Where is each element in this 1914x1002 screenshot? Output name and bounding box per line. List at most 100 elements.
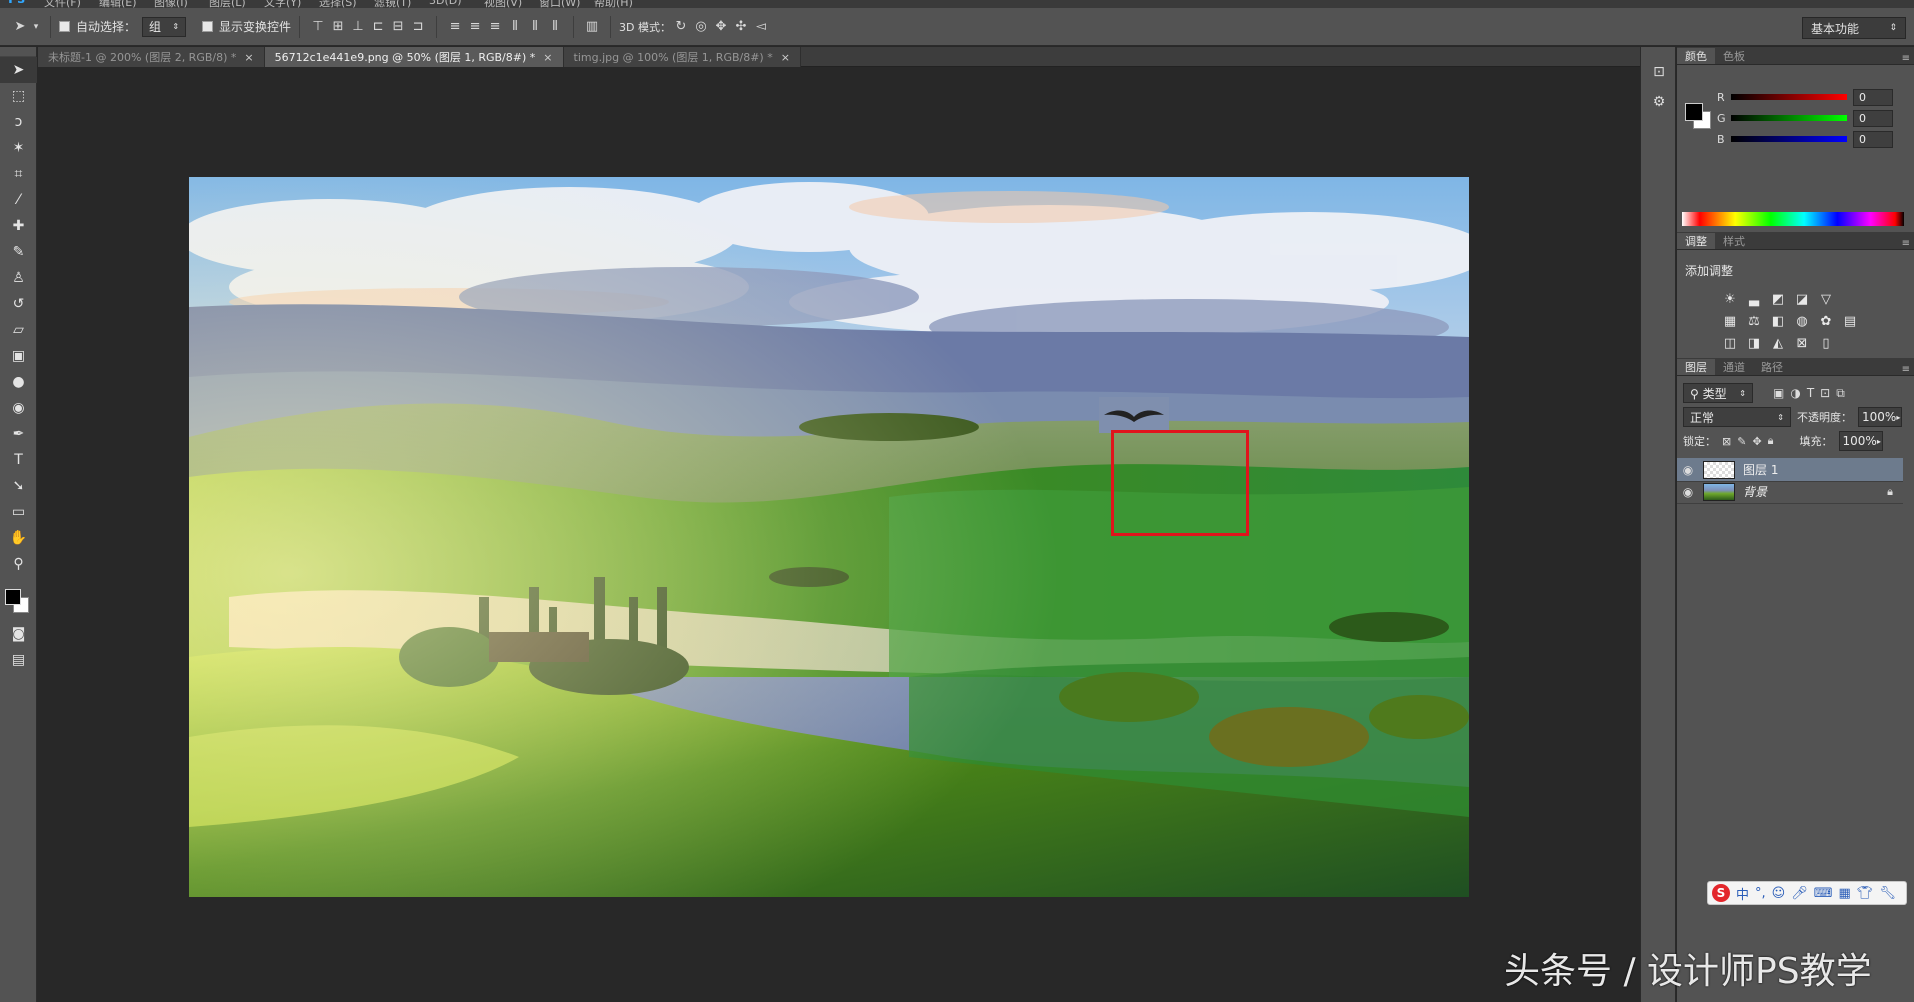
menu-item[interactable]: 图层(L) — [209, 0, 246, 8]
menu-item[interactable]: 3D(D) — [429, 0, 462, 7]
opacity-input[interactable]: 100% ▸ — [1858, 407, 1902, 427]
3d-rotate-icon[interactable]: ↻ — [671, 19, 691, 34]
curves-icon[interactable]: ◩ — [1769, 290, 1787, 308]
rectangle-tool-icon[interactable]: ▭ — [0, 499, 37, 525]
menu-item[interactable]: 滤镜(T) — [374, 0, 411, 8]
distribute-top-icon[interactable]: ≡ — [445, 19, 465, 34]
distribute-bottom-icon[interactable]: ≡ — [485, 19, 505, 34]
close-tab-icon[interactable]: × — [543, 51, 552, 64]
toolbox-grip[interactable] — [0, 47, 36, 57]
filter-type-icon[interactable]: T — [1807, 386, 1814, 400]
distribute-left-icon[interactable]: ⦀ — [505, 19, 525, 34]
threshold-icon[interactable]: ◭ — [1769, 334, 1787, 352]
gradient-map-icon[interactable]: ▯ — [1817, 334, 1835, 352]
close-tab-icon[interactable]: × — [244, 51, 253, 64]
fill-input[interactable]: 100% ▸ — [1838, 431, 1883, 451]
emoji-icon[interactable]: ☺ — [1772, 886, 1786, 901]
layer-visibility-eye-icon[interactable]: ◉ — [1677, 463, 1699, 477]
hand-tool-icon[interactable]: ✋ — [0, 525, 37, 551]
settings-wrench-icon[interactable]: 🔧︎ — [1879, 886, 1896, 901]
layer-filter-select[interactable]: ⚲ 类型 ⇕ — [1683, 383, 1753, 403]
auto-select-target-select[interactable]: 组 ⇕ — [142, 16, 187, 37]
document-tab[interactable]: 56712c1e441e9.png @ 50% (图层 1, RGB/8#) *… — [264, 47, 564, 67]
ime-toolbar[interactable]: S 中 °, ☺ 🎤︎ ⌨ ▦ 👕︎ 🔧︎ — [1707, 881, 1907, 905]
photo-filter-icon[interactable]: ◍ — [1793, 312, 1811, 330]
lock-transparency-icon[interactable]: ⊠ — [1722, 435, 1731, 448]
color-swatches[interactable] — [0, 577, 37, 621]
eraser-tool-icon[interactable]: ▱ — [0, 317, 37, 343]
align-hcenter-icon[interactable]: ⊟ — [388, 19, 408, 34]
menu-item[interactable]: 帮助(H) — [594, 0, 633, 8]
menu-item[interactable]: 编辑(E) — [99, 0, 137, 8]
channel-mixer-icon[interactable]: ✿ — [1817, 312, 1835, 330]
vibrance-icon[interactable]: ▽ — [1817, 290, 1835, 308]
eyedropper-tool-icon[interactable]: ⁄ — [0, 187, 37, 213]
layer-name[interactable]: 背景 — [1743, 483, 1767, 500]
color-panel-tab[interactable]: 色板 — [1715, 48, 1753, 64]
3d-slide-icon[interactable]: ✣ — [731, 19, 751, 34]
distribute-hcenter-icon[interactable]: ⦀ — [525, 19, 545, 34]
layers-panel-tab[interactable]: 图层 — [1677, 359, 1715, 375]
screen-mode-icon[interactable]: ▤ — [0, 647, 37, 673]
filter-adjustment-icon[interactable]: ◑ — [1790, 386, 1800, 400]
panel-menu-icon[interactable]: ≡ — [1902, 238, 1910, 249]
layer-row[interactable]: ◉ 图层 1 — [1677, 458, 1903, 482]
document-tab[interactable]: timg.jpg @ 100% (图层 1, RGB/8#) * × — [563, 47, 801, 67]
marquee-tool-icon[interactable]: ⬚ — [0, 83, 37, 109]
hue-saturation-icon[interactable]: ▦ — [1721, 312, 1739, 330]
keyboard-icon[interactable]: ⌨ — [1814, 886, 1833, 901]
filter-smart-object-icon[interactable]: ⧉ — [1836, 386, 1845, 401]
path-selection-tool-icon[interactable]: ➘ — [0, 473, 37, 499]
3d-roll-icon[interactable]: ◎ — [691, 19, 711, 34]
document-tab[interactable]: 未标题-1 @ 200% (图层 2, RGB/8) * × — [38, 47, 265, 67]
align-right-icon[interactable]: ⊐ — [408, 19, 428, 34]
menu-item[interactable]: 图像(I) — [154, 0, 188, 8]
clone-stamp-tool-icon[interactable]: ♙ — [0, 265, 37, 291]
healing-brush-tool-icon[interactable]: ✚ — [0, 213, 37, 239]
lock-position-icon[interactable]: ✥ — [1752, 435, 1761, 448]
panel-menu-icon[interactable]: ≡ — [1902, 53, 1910, 64]
levels-icon[interactable]: ▃ — [1745, 290, 1763, 308]
3d-drag-icon[interactable]: ✥ — [711, 19, 731, 34]
adjustments-panel-tab[interactable]: 样式 — [1715, 233, 1753, 249]
channel-value-input[interactable]: 0 — [1853, 109, 1893, 127]
workspace-select[interactable]: 基本功能 ⇕ — [1802, 17, 1906, 39]
gradient-tool-icon[interactable]: ▣ — [0, 343, 37, 369]
properties-panel-icon[interactable]: ⚙ — [1641, 87, 1677, 117]
lock-pixels-icon[interactable]: ✎ — [1737, 435, 1746, 448]
show-transform-checkbox[interactable] — [202, 21, 214, 32]
3d-scale-icon[interactable]: ◅ — [751, 19, 771, 34]
toolbox-icon[interactable]: ▦ — [1839, 886, 1851, 901]
layer-row[interactable]: ◉ 背景 🔒︎ — [1677, 480, 1903, 504]
layer-lock-icon[interactable]: 🔒︎ — [1887, 485, 1893, 499]
filter-shape-icon[interactable]: ⊡ — [1820, 386, 1830, 400]
dodge-tool-icon[interactable]: ◉ — [0, 395, 37, 421]
channel-slider[interactable] — [1731, 115, 1847, 121]
menu-item[interactable]: 窗口(W) — [539, 0, 580, 8]
menu-item[interactable]: 视图(V) — [484, 0, 522, 8]
selective-color-icon[interactable]: ⊠ — [1793, 334, 1811, 352]
distribute-vcenter-icon[interactable]: ≡ — [465, 19, 485, 34]
ime-mode-chinese[interactable]: 中 — [1736, 884, 1749, 903]
canvas-area[interactable] — [38, 68, 1658, 1002]
skin-icon[interactable]: 👕︎ — [1857, 886, 1874, 901]
history-brush-tool-icon[interactable]: ↺ — [0, 291, 37, 317]
menu-item[interactable]: 文字(Y) — [264, 0, 301, 8]
align-bottom-icon[interactable]: ⊥ — [348, 19, 368, 34]
blur-tool-icon[interactable]: ● — [0, 369, 37, 395]
channel-value-input[interactable]: 0 — [1853, 130, 1893, 148]
adjustments-panel-tab[interactable]: 调整 — [1677, 233, 1715, 249]
color-panel-tab[interactable]: 颜色 — [1677, 48, 1715, 64]
align-left-icon[interactable]: ⊏ — [368, 19, 388, 34]
color-spectrum-bar[interactable] — [1682, 212, 1904, 226]
filter-pixel-icon[interactable]: ▣ — [1773, 386, 1784, 400]
magic-wand-tool-icon[interactable]: ✶ — [0, 135, 37, 161]
brightness-contrast-icon[interactable]: ☀ — [1721, 290, 1739, 308]
layer-name[interactable]: 图层 1 — [1743, 461, 1778, 478]
layers-panel-tab[interactable]: 通道 — [1715, 359, 1753, 375]
layer-visibility-eye-icon[interactable]: ◉ — [1677, 485, 1699, 499]
zoom-tool-icon[interactable]: ⚲ — [0, 551, 37, 577]
menu-item[interactable]: 选择(S) — [319, 0, 357, 8]
voice-input-icon[interactable]: 🎤︎ — [1791, 886, 1808, 901]
menu-item[interactable]: 文件(F) — [44, 0, 81, 8]
